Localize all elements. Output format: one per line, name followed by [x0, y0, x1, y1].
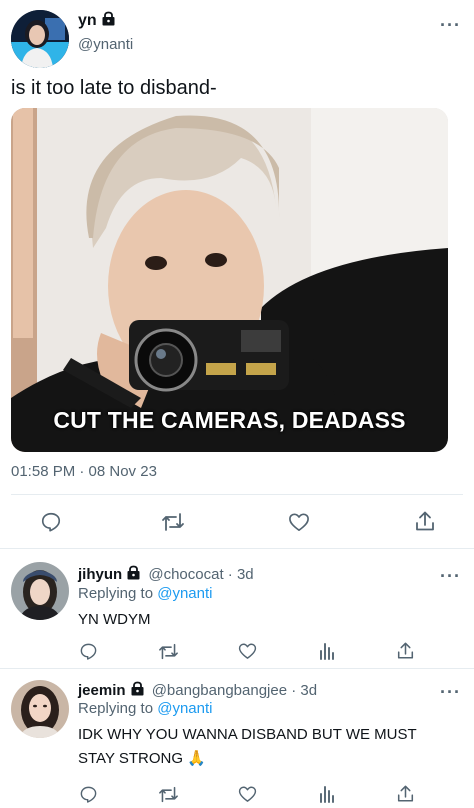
replying-to-label: Replying to — [78, 700, 154, 717]
analytics-button[interactable] — [315, 783, 339, 805]
lock-icon — [126, 565, 141, 580]
share-button[interactable] — [410, 508, 440, 534]
heart-icon — [289, 513, 309, 531]
reply-icon — [80, 786, 96, 803]
media-caption: CUT THE CAMERAS, DEADASS — [53, 407, 406, 433]
divider — [0, 668, 474, 669]
divider — [11, 494, 463, 495]
retweet-button[interactable] — [155, 640, 181, 662]
share-icon — [397, 785, 413, 801]
lock-icon — [130, 681, 145, 696]
heart-icon — [238, 786, 256, 802]
display-name[interactable]: jihyun — [78, 566, 122, 583]
meme-photo-image — [11, 108, 448, 452]
lock-icon — [101, 11, 116, 26]
reply-button[interactable] — [76, 783, 100, 805]
reply-icon — [41, 512, 61, 532]
avatar-girl-icon — [11, 10, 69, 68]
display-name[interactable]: yn — [78, 12, 97, 29]
tweet-text: is it too late to disband- — [11, 77, 217, 99]
reply-icon — [80, 643, 96, 660]
avatar[interactable] — [11, 562, 69, 620]
heart-icon — [238, 643, 256, 659]
more-options-icon[interactable]: ··· — [440, 683, 461, 701]
reply-button[interactable] — [76, 640, 100, 662]
display-name[interactable]: jeemin — [78, 682, 126, 699]
more-options-icon[interactable]: ··· — [440, 16, 461, 34]
retweet-icon — [162, 513, 184, 531]
handle[interactable]: @ynanti — [78, 35, 133, 55]
share-icon — [397, 642, 413, 658]
avatar[interactable] — [11, 680, 69, 738]
replying-to-handle[interactable]: @ynanti — [157, 585, 212, 602]
more-options-icon[interactable]: ··· — [440, 567, 461, 585]
share-button[interactable] — [393, 782, 417, 804]
like-button[interactable] — [235, 640, 259, 662]
like-button[interactable] — [284, 509, 314, 535]
avatar[interactable] — [11, 10, 69, 68]
retweet-icon — [158, 643, 178, 659]
divider — [0, 548, 474, 549]
analytics-icon — [320, 643, 334, 660]
reply-age: · 3d — [291, 682, 318, 699]
share-button[interactable] — [393, 639, 417, 661]
handle[interactable]: @chococat — [148, 566, 223, 583]
timestamp[interactable]: 01:58 PM · 08 Nov 23 — [11, 462, 157, 482]
avatar-girl-icon — [11, 562, 69, 620]
reply-text: YN WDYM — [78, 611, 151, 628]
reply-age: · 3d — [227, 566, 254, 583]
retweet-button[interactable] — [155, 783, 181, 805]
analytics-icon — [320, 786, 334, 803]
retweet-button[interactable] — [158, 509, 188, 535]
reply-button[interactable] — [36, 509, 66, 535]
analytics-button[interactable] — [315, 640, 339, 662]
reply-text: IDK WHY YOU WANNA DISBAND BUT WE MUST — [78, 726, 417, 743]
tweet-media[interactable]: CUT THE CAMERAS, DEADASS — [11, 108, 448, 452]
like-button[interactable] — [235, 783, 259, 805]
replying-to-label: Replying to — [78, 585, 154, 602]
handle[interactable]: @bangbangbangjee — [152, 682, 287, 699]
replying-to-handle[interactable]: @ynanti — [157, 700, 212, 717]
avatar-girl-icon — [11, 680, 69, 738]
retweet-icon — [158, 786, 178, 802]
share-icon — [416, 511, 434, 531]
reply-text: STAY STRONG 🙏 — [78, 750, 206, 767]
